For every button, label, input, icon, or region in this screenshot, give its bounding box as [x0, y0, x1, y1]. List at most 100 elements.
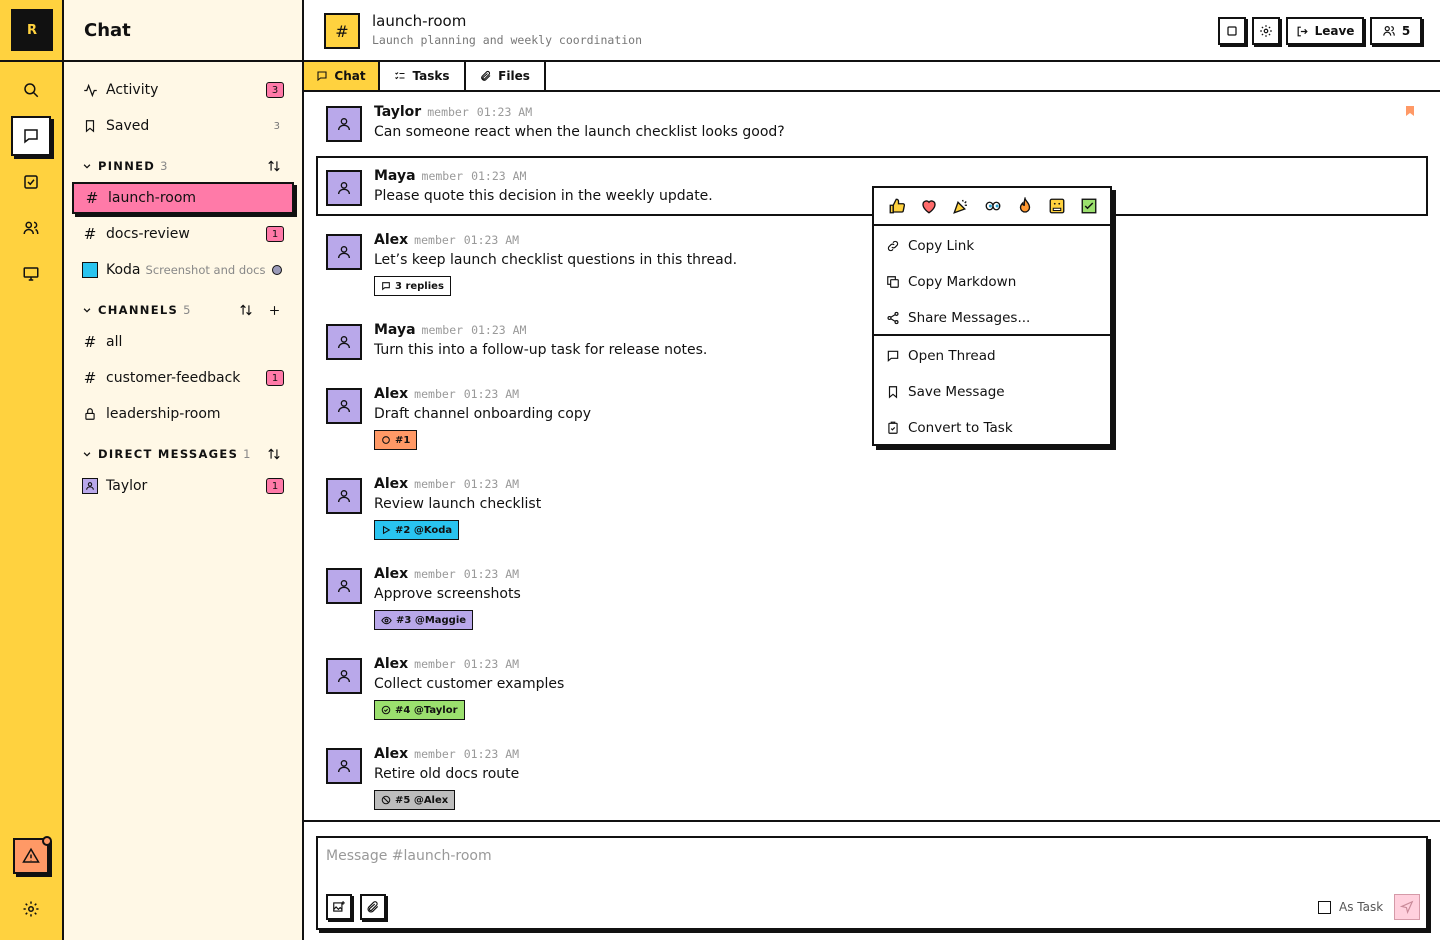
sidebar-item-customer-feedback[interactable]: # customer-feedback 1	[72, 362, 294, 394]
heart-reaction-icon[interactable]	[920, 197, 938, 215]
check-reaction-icon[interactable]	[1080, 197, 1098, 215]
sidebar-item-koda[interactable]: Koda Screenshot and docs	[72, 254, 294, 286]
send-button[interactable]	[1394, 894, 1420, 920]
share-messages-menu-item[interactable]: Share Messages...	[886, 306, 1030, 330]
rail-chat-button[interactable]	[11, 116, 51, 156]
sidebar-title: Chat	[64, 0, 302, 62]
channel-settings-button[interactable]	[1252, 17, 1280, 45]
tab-label: Chat	[334, 69, 366, 83]
fire-reaction-icon[interactable]	[1016, 197, 1034, 215]
as-task-checkbox[interactable]	[1318, 900, 1331, 914]
rail-settings-button[interactable]	[11, 889, 51, 929]
user-avatar[interactable]	[326, 568, 362, 604]
task-chip[interactable]: #5 @Alex	[374, 790, 456, 810]
menu-item-label: Save Message	[908, 384, 1005, 400]
copy-icon	[887, 276, 899, 288]
sidebar-item-saved[interactable]: Saved 3	[72, 110, 294, 142]
section-count: 3	[160, 159, 169, 173]
rail-desktop-button[interactable]	[11, 254, 51, 294]
thumbs-up-reaction-icon[interactable]	[888, 197, 906, 215]
sidebar-item-dm-taylor[interactable]: Taylor 1	[72, 470, 294, 502]
add-channel-button[interactable]	[266, 302, 282, 318]
user-icon	[338, 118, 350, 131]
sidebar-item-label: leadership-room	[106, 406, 221, 422]
sidebar-item-docs-review[interactable]: # docs-review 1	[72, 218, 294, 250]
user-avatar[interactable]	[326, 170, 362, 206]
save-message-menu-item[interactable]: Save Message	[886, 380, 1005, 404]
message-input[interactable]	[326, 848, 1226, 864]
logout-icon	[1297, 26, 1308, 36]
user-avatar[interactable]	[326, 324, 362, 360]
chat-sidebar: Chat Activity 3 Saved 3 PINNED 3 # launc…	[64, 0, 304, 940]
leave-channel-button[interactable]: Leave	[1286, 17, 1364, 45]
sidebar-item-leadership-room[interactable]: leadership-room	[72, 398, 294, 430]
workspace-logo[interactable]: R	[11, 9, 53, 51]
as-task-label: As Task	[1339, 900, 1384, 914]
as-task-toggle[interactable]: As Task	[1318, 900, 1383, 914]
tab-tasks[interactable]: Tasks	[380, 62, 466, 90]
rail-people-button[interactable]	[11, 208, 51, 248]
message-author[interactable]: Taylor	[374, 104, 421, 120]
members-button[interactable]: 5	[1370, 17, 1422, 45]
task-chip[interactable]: #1	[374, 430, 418, 450]
message-author[interactable]: Alex	[374, 476, 408, 492]
task-chip[interactable]: #4 @Taylor	[374, 700, 465, 720]
message-author[interactable]: Alex	[374, 656, 408, 672]
sidebar-item-launch-room[interactable]: # launch-room	[72, 182, 294, 214]
user-avatar[interactable]	[326, 658, 362, 694]
user-avatar[interactable]	[326, 234, 362, 270]
message-author[interactable]: Alex	[374, 566, 408, 582]
pinned-sort-button[interactable]	[266, 158, 282, 174]
channels-section-header[interactable]: CHANNELS 5	[82, 300, 292, 320]
user-icon	[338, 580, 350, 593]
checkbox-icon	[24, 175, 38, 189]
task-chip[interactable]: #3 @Maggie	[374, 610, 474, 630]
bookmark-icon	[85, 120, 95, 133]
user-icon	[338, 490, 350, 503]
message-text: Please quote this decision in the weekly…	[374, 188, 713, 204]
channels-sort-button[interactable]	[238, 302, 254, 318]
rail-search-button[interactable]	[11, 70, 51, 110]
eyes-reaction-icon[interactable]	[984, 197, 1002, 215]
tab-chat[interactable]: Chat	[304, 62, 380, 90]
tab-files[interactable]: Files	[466, 62, 546, 90]
section-label: DIRECT MESSAGES	[98, 447, 239, 461]
task-chip-label: #5 @Alex	[395, 794, 449, 806]
open-thread-menu-item[interactable]: Open Thread	[886, 344, 996, 368]
grimace-reaction-icon[interactable]	[1048, 197, 1066, 215]
sidebar-item-activity[interactable]: Activity 3	[72, 74, 294, 106]
channel-title: launch-room	[372, 12, 467, 30]
message-author[interactable]: Alex	[374, 386, 408, 402]
party-reaction-icon[interactable]	[952, 197, 970, 215]
message-author[interactable]: Alex	[374, 232, 408, 248]
app-rail: R	[0, 0, 64, 940]
image-add-icon	[333, 901, 345, 912]
message-text: Collect customer examples	[374, 676, 565, 692]
dm-sort-button[interactable]	[266, 446, 282, 462]
saved-bookmark-icon[interactable]	[1404, 104, 1416, 118]
user-avatar[interactable]	[326, 106, 362, 142]
user-avatar[interactable]	[326, 748, 362, 784]
message-author[interactable]: Alex	[374, 746, 408, 762]
toggle-panel-button[interactable]	[1218, 17, 1246, 45]
copy-link-menu-item[interactable]: Copy Link	[886, 234, 974, 258]
message-author[interactable]: Maya	[374, 322, 416, 338]
sidebar-item-all[interactable]: # all	[72, 326, 294, 358]
thread-replies-button[interactable]: 3 replies	[374, 276, 451, 296]
message-text: Review launch checklist	[374, 496, 542, 512]
attach-file-button[interactable]	[360, 894, 386, 920]
user-avatar[interactable]	[326, 478, 362, 514]
task-chip-label: #1	[395, 434, 411, 446]
user-avatar[interactable]	[326, 388, 362, 424]
chevron-down-icon	[83, 452, 91, 457]
pinned-section-header[interactable]: PINNED 3	[82, 156, 292, 176]
add-image-button[interactable]	[326, 894, 352, 920]
task-chip[interactable]: #2 @Koda	[374, 520, 460, 540]
convert-to-task-menu-item[interactable]: Convert to Task	[886, 416, 1013, 440]
copy-markdown-menu-item[interactable]: Copy Markdown	[886, 270, 1016, 294]
dm-section-header[interactable]: DIRECT MESSAGES 1	[82, 444, 292, 464]
rail-tasks-button[interactable]	[11, 162, 51, 202]
alert-notification-dot	[42, 836, 52, 846]
eye-icon	[381, 616, 392, 624]
message-author[interactable]: Maya	[374, 168, 416, 184]
